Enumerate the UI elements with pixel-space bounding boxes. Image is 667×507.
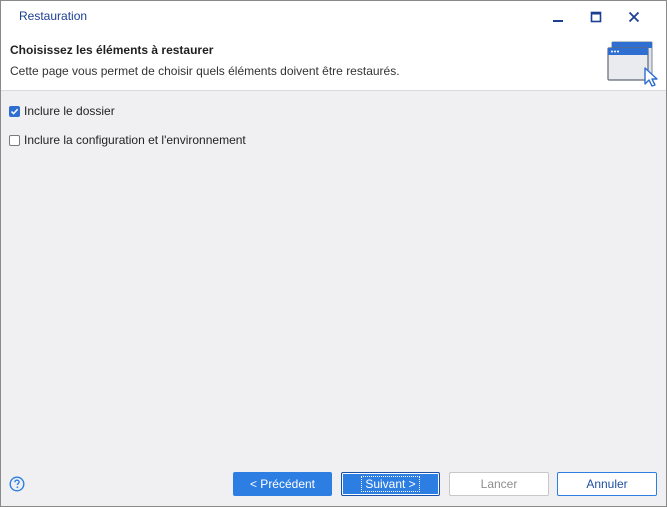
close-icon: [628, 11, 640, 22]
title-bar: Restauration: [1, 1, 666, 32]
window-cursor-icon: [607, 41, 658, 87]
next-button[interactable]: Suivant >: [341, 472, 440, 496]
include-folder-checkbox[interactable]: [9, 105, 20, 117]
close-button[interactable]: [615, 1, 653, 32]
wizard-header: Choisissez les éléments à restaurer Cett…: [1, 32, 666, 91]
launch-button[interactable]: Lancer: [449, 472, 549, 496]
include-config-label: Inclure la configuration et l'environnem…: [24, 133, 246, 147]
next-button-label: Suivant >: [361, 476, 420, 492]
minimize-icon: [553, 19, 563, 22]
maximize-button[interactable]: [577, 1, 615, 32]
previous-button[interactable]: < Précédent: [233, 472, 332, 496]
include-config-option[interactable]: Inclure la configuration et l'environnem…: [9, 133, 246, 147]
page-title: Choisissez les éléments à restaurer: [10, 43, 214, 57]
include-folder-label: Inclure le dossier: [24, 104, 115, 118]
window-title: Restauration: [19, 9, 88, 23]
minimize-button[interactable]: [539, 1, 577, 32]
page-description: Cette page vous permet de choisir quels …: [10, 64, 400, 78]
cancel-button[interactable]: Annuler: [557, 472, 657, 496]
include-config-checkbox[interactable]: [9, 134, 20, 146]
maximize-icon: [590, 11, 602, 22]
restore-dialog: Restauration Choisissez les éléments à r…: [0, 0, 667, 507]
help-icon[interactable]: [9, 476, 25, 492]
include-folder-option[interactable]: Inclure le dossier: [9, 104, 115, 118]
check-icon: [10, 108, 19, 115]
